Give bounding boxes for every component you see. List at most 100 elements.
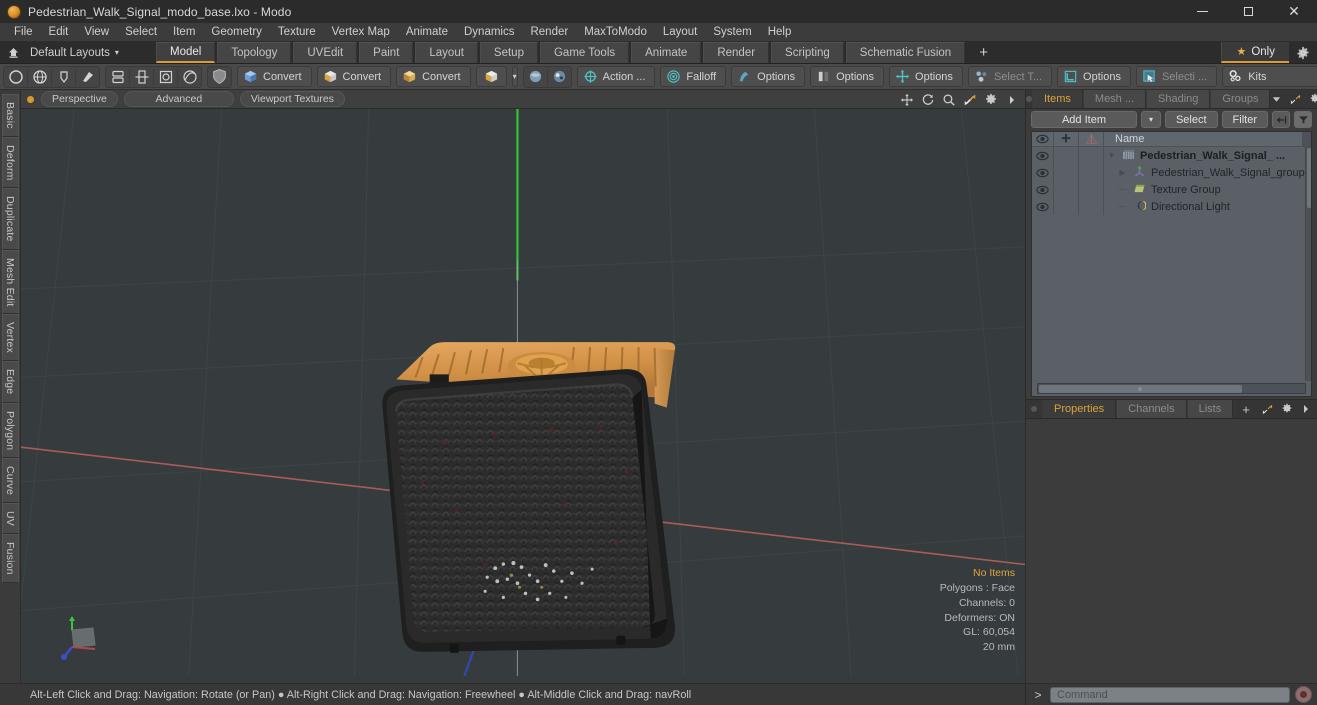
selection-set-button[interactable]: Selecti ... (1135, 66, 1218, 87)
left-tab-uv[interactable]: UV (1, 503, 19, 535)
menu-texture[interactable]: Texture (270, 23, 324, 41)
minimize-button[interactable] (1179, 0, 1225, 23)
row-eye-icon[interactable] (1032, 147, 1054, 164)
tab-model[interactable]: Model (156, 42, 216, 63)
menu-file[interactable]: File (6, 23, 41, 41)
left-tab-duplicate[interactable]: Duplicate (1, 188, 19, 250)
tab-shading[interactable]: Shading (1146, 90, 1211, 108)
smooth-icon[interactable] (178, 67, 201, 87)
menu-item[interactable]: Item (165, 23, 203, 41)
uv-sphere-icon[interactable] (524, 67, 547, 87)
left-tab-deform[interactable]: Deform (1, 136, 19, 189)
command-input[interactable]: Command (1050, 686, 1290, 703)
row-eye-icon[interactable] (1032, 164, 1054, 181)
row-label-cell[interactable]: — Texture Group (1104, 181, 1221, 198)
menu-view[interactable]: View (76, 23, 117, 41)
viewport-shading-select[interactable]: Advanced (123, 91, 234, 107)
left-tab-edge[interactable]: Edge (1, 361, 19, 403)
home-layout-icon[interactable] (0, 42, 26, 63)
row-eye-icon[interactable] (1032, 198, 1054, 215)
table-row[interactable]: — Directional Light (1032, 198, 1305, 215)
fit-view-icon[interactable] (963, 93, 977, 107)
expand-triangle-icon[interactable]: ▶ (1117, 168, 1128, 177)
tab-scripting[interactable]: Scripting (771, 42, 844, 63)
paint-sphere-icon[interactable] (548, 67, 571, 87)
maximize-button[interactable] (1225, 0, 1271, 23)
table-row[interactable]: — Texture Group (1032, 181, 1305, 198)
item-list-vscrollbar[interactable] (1304, 147, 1311, 381)
axis-options-button[interactable]: Options (889, 66, 963, 87)
tab-animate[interactable]: Animate (631, 42, 702, 63)
collapse-arrow-icon[interactable] (1272, 111, 1290, 128)
menu-dynamics[interactable]: Dynamics (456, 23, 522, 41)
tab-properties[interactable]: Properties (1042, 400, 1117, 418)
menu-help[interactable]: Help (760, 23, 800, 41)
viewport-projection-select[interactable]: Perspective (41, 91, 118, 107)
falloff-button[interactable]: Falloff (660, 66, 727, 87)
viewport-gear-icon[interactable] (984, 93, 998, 107)
only-toggle-button[interactable]: ★ Only (1221, 42, 1289, 63)
tab-layout[interactable]: Layout (415, 42, 478, 63)
cube-preset-dropdown[interactable]: ▾ (511, 66, 518, 87)
chevron-right-icon[interactable] (1299, 403, 1312, 416)
tab-setup[interactable]: Setup (479, 42, 538, 63)
left-tab-fusion[interactable]: Fusion (1, 534, 19, 583)
add-item-button[interactable]: Add Item (1031, 111, 1137, 128)
kits-button[interactable]: Kits (1222, 66, 1317, 87)
menu-select[interactable]: Select (117, 23, 165, 41)
3d-viewport[interactable]: No Items Polygons : Face Channels: 0 Def… (21, 109, 1025, 683)
tab-uvedit[interactable]: UVEdit (293, 42, 358, 63)
zoom-magnifier-icon[interactable] (942, 93, 956, 107)
convert-button-1[interactable]: Convert (237, 66, 312, 87)
tab-mesh[interactable]: Mesh ... (1082, 90, 1147, 108)
symmetry-options-button[interactable]: Options (810, 66, 885, 87)
tab-topology[interactable]: Topology (217, 42, 292, 63)
layout-preset-select[interactable]: Default Layouts ▾ (26, 42, 156, 63)
filter-button[interactable]: Filter (1221, 111, 1268, 128)
expand-panel-icon[interactable] (1261, 403, 1274, 416)
menu-render[interactable]: Render (522, 23, 576, 41)
menu-layout[interactable]: Layout (655, 23, 706, 41)
action-center-button[interactable]: Action ... (576, 66, 656, 87)
left-tab-polygon[interactable]: Polygon (1, 402, 19, 459)
convert-button-2[interactable]: Convert (316, 66, 392, 87)
tab-schematic-fusion[interactable]: Schematic Fusion (845, 42, 966, 63)
left-tab-basic[interactable]: Basic (1, 94, 19, 137)
circle-primitive-icon[interactable] (4, 67, 27, 87)
rotate-icon[interactable] (921, 93, 935, 107)
menu-geometry[interactable]: Geometry (203, 23, 270, 41)
row-eye-icon[interactable] (1032, 181, 1054, 198)
select-button[interactable]: Select (1164, 111, 1218, 128)
tab-groups[interactable]: Groups (1210, 90, 1271, 108)
cube-preset-button[interactable] (475, 66, 507, 87)
add-item-dropdown[interactable]: ▾ (1140, 111, 1161, 128)
table-row[interactable]: ▼ Pedestrian_Walk_Signal_ ... (1032, 147, 1305, 164)
menu-edit[interactable]: Edit (41, 23, 77, 41)
left-tab-mesh-edit[interactable]: Mesh Edit (1, 249, 19, 315)
item-list[interactable]: Name ▼ Pedestrian_Walk_Signal_ ... ▶ Ped… (1031, 131, 1312, 397)
pan-icon[interactable] (900, 93, 914, 107)
chevron-right-icon[interactable] (1005, 93, 1019, 107)
sphere-primitive-icon[interactable] (28, 67, 51, 87)
menu-maxtomodo[interactable]: MaxToModo (576, 23, 655, 41)
row-label-cell[interactable]: ▶ Pedestrian_Walk_Signal_group (1104, 164, 1305, 181)
tab-paint[interactable]: Paint (359, 42, 414, 63)
menu-system[interactable]: System (705, 23, 759, 41)
record-macro-icon[interactable] (1295, 686, 1312, 703)
expand-panel-icon[interactable] (1289, 93, 1302, 106)
expand-triangle-icon[interactable]: ▼ (1106, 151, 1117, 160)
menu-vertex-map[interactable]: Vertex Map (324, 23, 398, 41)
tab-render[interactable]: Render (703, 42, 770, 63)
viewport-textures-select[interactable]: Viewport Textures (239, 91, 345, 107)
add-properties-tab-button[interactable]: + (1233, 400, 1259, 418)
array-duplicate-icon[interactable] (106, 67, 129, 87)
shield-icon[interactable] (208, 67, 231, 87)
mirror-icon[interactable] (130, 67, 153, 87)
gear-icon[interactable] (1280, 403, 1293, 416)
gear-icon[interactable] (1289, 42, 1317, 63)
row-label-cell[interactable]: ▼ Pedestrian_Walk_Signal_ ... (1104, 147, 1285, 164)
workplane-options-button[interactable]: Options (1057, 66, 1131, 87)
item-list-hscrollbar[interactable] (1037, 383, 1306, 394)
tab-lists[interactable]: Lists (1186, 400, 1234, 418)
table-row[interactable]: ▶ Pedestrian_Walk_Signal_group (1032, 164, 1305, 181)
